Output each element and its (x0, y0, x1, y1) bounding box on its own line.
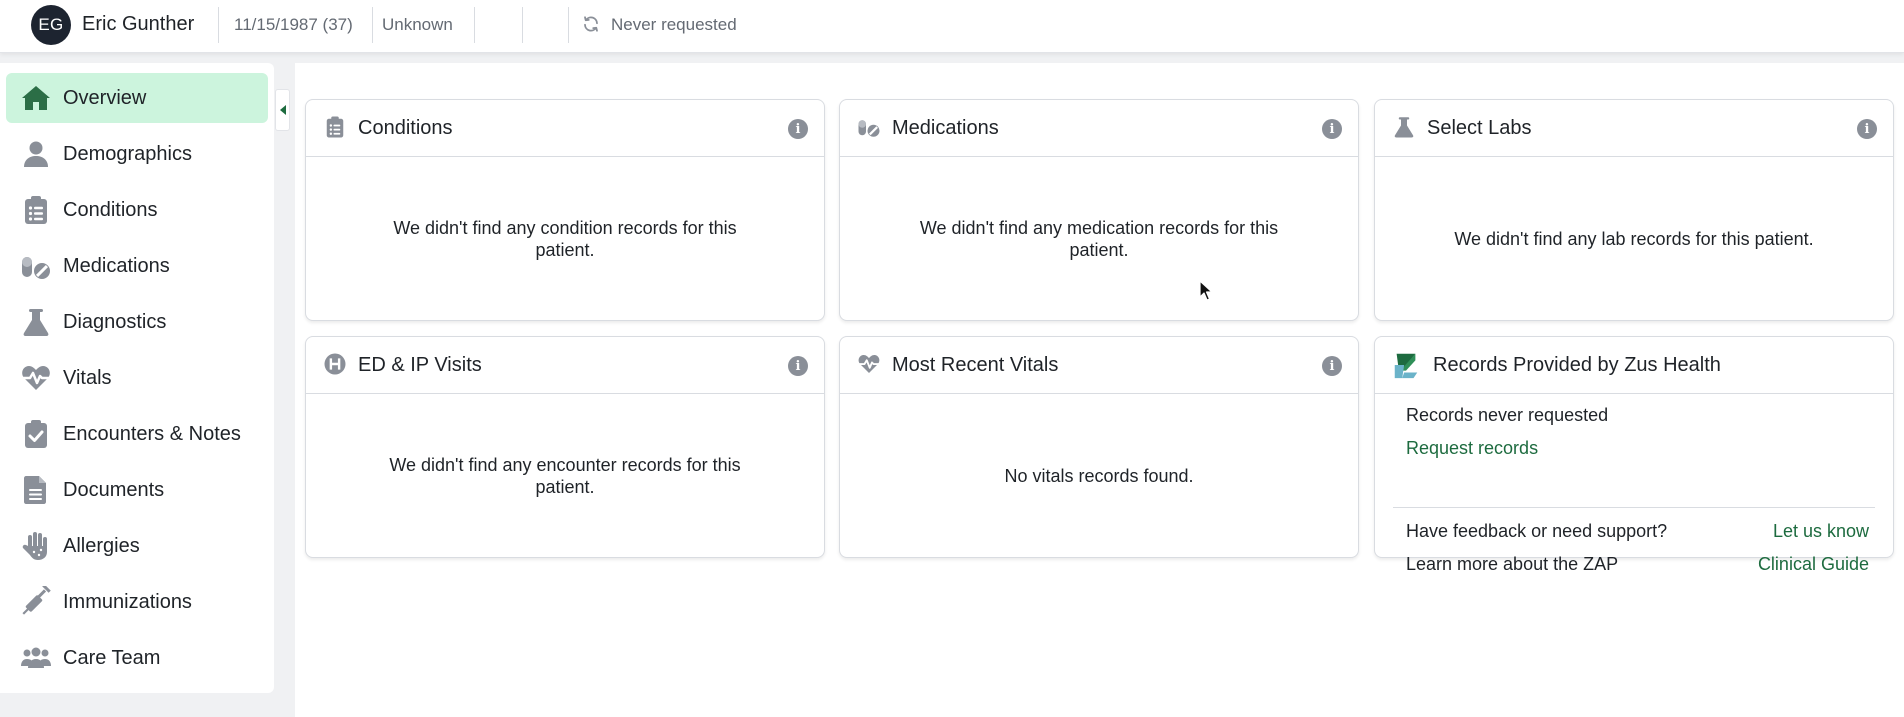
sidebar-item-label: Medications (63, 254, 170, 277)
header-divider (474, 7, 475, 43)
zus-logo-icon (1391, 350, 1421, 380)
sidebar-item-documents[interactable]: Documents (6, 465, 268, 515)
header-divider (568, 7, 569, 43)
pills-icon (18, 248, 54, 284)
flask-icon (18, 304, 54, 340)
sidebar-item-allergies[interactable]: Allergies (6, 521, 268, 571)
clinical-guide-link[interactable]: Clinical Guide (1758, 554, 1869, 575)
clipboard-list-icon (18, 192, 54, 228)
pills-icon (856, 114, 882, 140)
card-title: Medications (892, 117, 999, 139)
card-title: Conditions (358, 117, 453, 139)
card-header: ED & IP Visits i (306, 337, 824, 394)
person-icon (18, 136, 54, 172)
zus-records-body: Records never requested Request records … (1375, 395, 1893, 574)
let-us-know-link[interactable]: Let us know (1773, 521, 1869, 542)
empty-state-message: We didn't find any condition records for… (393, 218, 737, 260)
patient-dob: 11/15/1987 (37) (234, 15, 353, 34)
divider (1393, 507, 1875, 508)
card-header: Most Recent Vitals i (840, 337, 1358, 394)
feedback-text: Have feedback or need support? (1406, 521, 1668, 541)
learn-more-text: Learn more about the ZAP (1406, 554, 1619, 574)
sidebar-item-label: Allergies (63, 534, 140, 557)
medications-card: Medications i We didn't find any medicat… (839, 99, 1359, 321)
request-records-link[interactable]: Request records (1406, 438, 1538, 459)
card-header: Medications i (840, 100, 1358, 157)
sidebar-item-label: Conditions (63, 198, 158, 221)
info-icon[interactable]: i (1322, 119, 1342, 139)
avatar[interactable]: EG (31, 5, 71, 45)
sidebar-item-label: Immunizations (63, 590, 192, 613)
empty-state-message: We didn't find any encounter records for… (389, 455, 741, 497)
info-icon[interactable]: i (788, 119, 808, 139)
people-icon (18, 640, 54, 676)
sidebar-item-demographics[interactable]: Demographics (6, 129, 268, 179)
sidebar-item-encounters-notes[interactable]: Encounters & Notes (6, 409, 268, 459)
home-icon (18, 80, 54, 116)
empty-state-message: We didn't find any lab records for this … (1454, 229, 1814, 249)
mouse-cursor-icon (1199, 280, 1213, 301)
header-divider (522, 7, 523, 43)
card-title: Records Provided by Zus Health (1433, 354, 1721, 376)
info-icon[interactable]: i (1857, 119, 1877, 139)
empty-state-message: No vitals records found. (1004, 466, 1194, 486)
card-title: Most Recent Vitals (892, 354, 1059, 376)
document-icon (18, 472, 54, 508)
conditions-card: Conditions i We didn't find any conditio… (305, 99, 825, 321)
labs-card: Select Labs i We didn't find any lab rec… (1374, 99, 1894, 321)
patient-header: EG Eric Gunther 11/15/1987 (37) Unknown … (0, 0, 1904, 53)
sidebar-nav: Overview Demographics Conditions Medicat… (0, 63, 274, 693)
patient-name: Eric Gunther (82, 13, 195, 35)
patient-sex: Unknown (382, 15, 453, 34)
sidebar-item-label: Encounters & Notes (63, 422, 241, 445)
zus-records-card: Records Provided by Zus Health Records n… (1374, 336, 1894, 574)
hospital-icon (322, 351, 348, 377)
records-status: Never requested (611, 15, 737, 34)
caret-left-icon (279, 105, 286, 115)
info-icon[interactable]: i (788, 356, 808, 376)
card-title: Select Labs (1427, 117, 1532, 139)
sidebar-item-overview[interactable]: Overview (6, 73, 268, 123)
clipboard-list-icon (322, 114, 348, 140)
syringe-icon (18, 584, 54, 620)
sidebar-collapse-button[interactable] (275, 89, 290, 131)
sidebar-item-label: Overview (63, 86, 147, 109)
card-header: Records Provided by Zus Health (1375, 337, 1893, 394)
header-divider (372, 7, 373, 43)
card-header: Select Labs i (1375, 100, 1893, 157)
sidebar-item-label: Care Team (63, 646, 161, 669)
sidebar-item-conditions[interactable]: Conditions (6, 185, 268, 235)
sidebar-item-label: Diagnostics (63, 310, 167, 333)
info-icon[interactable]: i (1322, 356, 1342, 376)
empty-state-message: We didn't find any medication records fo… (919, 218, 1279, 260)
avatar-initials: EG (38, 15, 64, 34)
heartbeat-icon (856, 351, 882, 377)
vitals-card: Most Recent Vitals i No vitals records f… (839, 336, 1359, 558)
sidebar-item-label: Demographics (63, 142, 192, 165)
sidebar-item-label: Documents (63, 478, 165, 501)
sidebar-item-immunizations[interactable]: Immunizations (6, 577, 268, 627)
header-divider (218, 7, 219, 43)
card-header: Conditions i (306, 100, 824, 157)
hand-icon (18, 528, 54, 564)
flask-icon (1391, 114, 1417, 140)
heartbeat-icon (18, 360, 54, 396)
card-title: ED & IP Visits (358, 354, 482, 376)
sidebar-item-diagnostics[interactable]: Diagnostics (6, 297, 268, 347)
overview-panel: Conditions i We didn't find any conditio… (295, 63, 1904, 717)
sidebar-item-label: Vitals (63, 366, 112, 389)
clipboard-check-icon (18, 416, 54, 452)
visits-card: ED & IP Visits i We didn't find any enco… (305, 336, 825, 558)
refresh-icon[interactable] (582, 15, 600, 33)
sidebar-item-vitals[interactable]: Vitals (6, 353, 268, 403)
records-status-text: Records never requested (1406, 405, 1609, 425)
sidebar-item-medications[interactable]: Medications (6, 241, 268, 291)
sidebar-item-care-team[interactable]: Care Team (6, 633, 268, 683)
